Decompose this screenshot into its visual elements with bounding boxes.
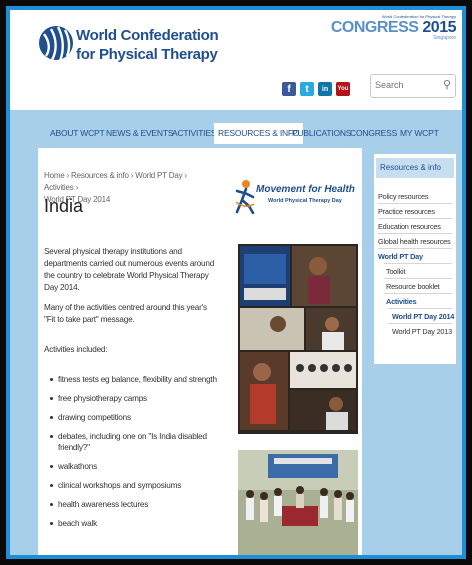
divider bbox=[378, 218, 452, 219]
intro-paragraph: Several physical therapy institutions an… bbox=[44, 247, 215, 292]
sidebar-heading[interactable]: Resources & info bbox=[376, 158, 454, 178]
event-photo-collage[interactable] bbox=[238, 244, 358, 434]
divider bbox=[388, 308, 452, 309]
org-name-line2: for Physical Therapy bbox=[76, 46, 218, 63]
search-icon[interactable]: ⚲ bbox=[443, 78, 451, 91]
sidebar-item-global-health[interactable]: Global health resources bbox=[378, 237, 451, 246]
divider bbox=[384, 293, 452, 294]
nav-about-wcpt[interactable]: ABOUT WCPT bbox=[50, 128, 105, 138]
list-item: free physiotherapy camps bbox=[50, 393, 220, 404]
nav-news-events[interactable]: NEWS & EVENTS bbox=[106, 128, 174, 138]
main-nav: ABOUT WCPT NEWS & EVENTS ACTIVITIES RESO… bbox=[10, 114, 462, 144]
movement-for-health-logo: Movement for Health World Physical Thera… bbox=[234, 174, 355, 220]
youtube-icon[interactable]: You bbox=[336, 82, 350, 96]
page: World Confederation for Physical Therapy… bbox=[10, 10, 462, 555]
nav-resources-info[interactable]: RESOURCES & INFO bbox=[214, 123, 304, 144]
congress-year: 2015 bbox=[422, 19, 456, 36]
sidebar-item-practice[interactable]: Practice resources bbox=[378, 207, 435, 216]
main-content: Home › Resources & info › World PT Day ›… bbox=[38, 148, 362, 555]
org-name-line1: World Confederation bbox=[76, 27, 219, 44]
nav-my-wcpt[interactable]: MY WCPT bbox=[400, 128, 439, 138]
group-image bbox=[238, 450, 358, 555]
divider bbox=[378, 233, 452, 234]
sidebar-item-education[interactable]: Education resources bbox=[378, 222, 441, 231]
runner-emblem-icon bbox=[235, 180, 255, 214]
sidebar: Resources & info Policy resources Practi… bbox=[374, 154, 456, 364]
linkedin-icon[interactable]: in bbox=[318, 82, 332, 96]
divider bbox=[384, 263, 452, 264]
list-item: beach walk bbox=[50, 518, 220, 529]
facebook-icon[interactable]: f bbox=[282, 82, 296, 96]
activities-label: Activities included: bbox=[44, 345, 108, 354]
breadcrumb-line1: Home › Resources & info › World PT Day ›… bbox=[44, 171, 187, 192]
congress-word: CONGRESS bbox=[330, 19, 419, 36]
org-name[interactable]: World Confederation for Physical Therapy bbox=[76, 26, 219, 64]
nav-congress[interactable]: CONGRESS bbox=[350, 128, 397, 138]
sidebar-item-world-pt-day[interactable]: World PT Day bbox=[378, 252, 423, 261]
divider bbox=[388, 323, 452, 324]
list-item: drawing competitions bbox=[50, 412, 220, 423]
logo-subtitle: World Physical Therapy Day bbox=[268, 198, 342, 204]
nav-activities[interactable]: ACTIVITIES bbox=[172, 128, 216, 138]
activities-list: fitness tests eg balance, flexibility an… bbox=[50, 374, 220, 537]
search-input[interactable] bbox=[375, 78, 435, 92]
message-paragraph: Many of the activities centred around th… bbox=[44, 303, 207, 324]
sidebar-item-activities[interactable]: Activities bbox=[386, 297, 417, 306]
site-header: World Confederation for Physical Therapy… bbox=[10, 10, 462, 110]
social-icons: f t in You bbox=[282, 82, 350, 96]
search-box: ⚲ bbox=[370, 74, 456, 98]
event-photo-group[interactable] bbox=[238, 450, 358, 555]
nav-publications[interactable]: PUBLICATIONS bbox=[292, 128, 352, 138]
sidebar-item-world-pt-day-2014[interactable]: World PT Day 2014 bbox=[392, 312, 454, 321]
divider bbox=[378, 248, 452, 249]
wcpt-globe-logo[interactable] bbox=[36, 20, 76, 66]
sidebar-item-toolkit[interactable]: Toolkit bbox=[386, 267, 406, 276]
sidebar-item-resource-booklet[interactable]: Resource booklet bbox=[386, 282, 440, 291]
logo-title: Movement for Health bbox=[256, 184, 355, 195]
list-item: health awareness lectures bbox=[50, 499, 220, 510]
twitter-icon[interactable]: t bbox=[300, 82, 314, 96]
divider bbox=[384, 278, 452, 279]
congress-2015-logo[interactable]: World Confederation for Physical Therapy… bbox=[330, 14, 457, 41]
page-title: India bbox=[44, 196, 84, 216]
divider bbox=[378, 203, 452, 204]
sidebar-item-world-pt-day-2013[interactable]: World PT Day 2013 bbox=[392, 327, 452, 336]
list-item: walkathons bbox=[50, 461, 220, 472]
list-item: debates, including one on "Is India disa… bbox=[50, 431, 220, 453]
list-item: clinical workshops and symposiums bbox=[50, 480, 220, 491]
sidebar-item-policy[interactable]: Policy resources bbox=[378, 192, 429, 201]
list-item: fitness tests eg balance, flexibility an… bbox=[50, 374, 220, 385]
browser-frame: World Confederation for Physical Therapy… bbox=[6, 6, 466, 559]
collage-image bbox=[238, 244, 358, 434]
